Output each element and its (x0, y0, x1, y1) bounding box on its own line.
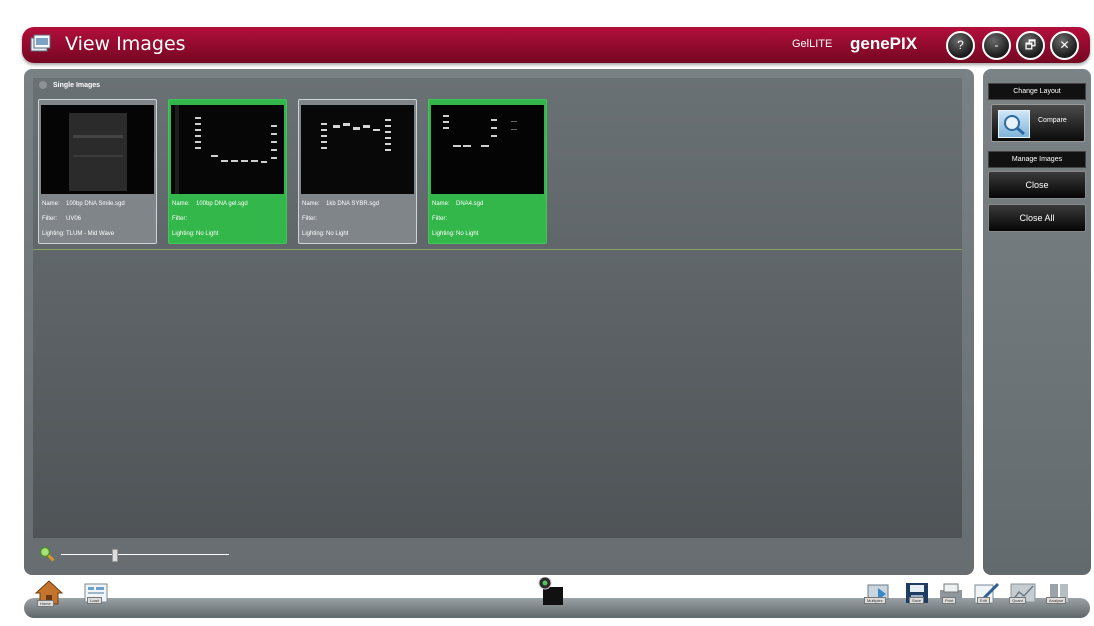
save-label: Save (909, 597, 925, 604)
brand-name: genePIX (850, 34, 918, 53)
magnifier-icon (998, 110, 1030, 138)
minimize-button[interactable]: - (982, 31, 1011, 60)
title-bar: View Images GelLITE genePIX ? - 🗗 ✕ (22, 27, 1090, 63)
edit-label: Edit (977, 597, 990, 604)
card-name: 1kb DNA SYBR.sgd (326, 201, 380, 207)
card-name: 100bp DNA gel.sgd (196, 201, 248, 207)
close-window-button[interactable]: ✕ (1050, 31, 1079, 60)
compare-label: Compare (1038, 117, 1067, 124)
load-label: Load (87, 597, 102, 604)
zoom-track[interactable] (61, 554, 229, 555)
bottom-toolbar: Home Load Multiplex Save Print Edit Quan… (24, 577, 1090, 618)
window-title: View Images (65, 33, 186, 55)
multiplex-label: Multiplex (864, 597, 886, 604)
gel-thumbnail (171, 105, 284, 194)
zoom-thumb[interactable] (111, 549, 118, 562)
card-filter: UV06 (66, 216, 82, 222)
load-button[interactable]: Load (81, 582, 111, 611)
gel-thumbnail (301, 105, 414, 194)
right-panel: Change Layout Compare Manage Images Clos… (983, 69, 1091, 575)
change-layout-label: Change Layout (988, 83, 1086, 100)
home-button[interactable]: Home (34, 579, 64, 610)
card-lighting: TLUM - Mid Wave (66, 231, 115, 237)
multiplex-button[interactable]: Multiplex (864, 582, 894, 609)
gel-thumbnail (41, 105, 154, 194)
image-card[interactable]: Name: 100bp DNA gel.sgd Filter: Lighting:… (168, 99, 287, 244)
image-card[interactable]: Name: DNA4.sgd Filter: Lighting:No Light (428, 99, 547, 244)
card-name: 100bp DNA Smile.sgd (66, 201, 125, 207)
save-button[interactable]: Save (904, 582, 930, 609)
group-label: Single Images (53, 81, 101, 89)
view-images-icon (30, 34, 51, 52)
zoom-icon (39, 546, 55, 562)
print-label: Print (942, 597, 957, 604)
image-card[interactable]: Name: 100bp DNA Smile.sgd Filter: UV06 Lig… (38, 99, 157, 244)
quant-button[interactable]: Quant (1009, 582, 1037, 609)
manage-images-label: Manage Images (988, 151, 1086, 168)
card-lighting: No Light (456, 231, 479, 237)
gel-thumbnail (431, 105, 544, 194)
edit-button[interactable]: Edit (972, 582, 1000, 609)
image-gallery: Single Images Name: 100bp DNA Smile.sgd F… (33, 78, 962, 538)
analyse-button[interactable]: Analyse (1046, 582, 1072, 609)
card-name: DNA4.sgd (456, 201, 484, 207)
group-divider (33, 249, 962, 250)
image-card[interactable]: Name: 1kb DNA SYBR.sgd Filter: Lighting:N… (298, 99, 417, 244)
main-panel: Single Images Name: 100bp DNA Smile.sgd F… (24, 69, 974, 575)
home-label: Home (37, 600, 54, 607)
quant-label: Quant (1009, 597, 1026, 604)
product-name: GelLITE (792, 38, 833, 50)
print-button[interactable]: Print (937, 582, 965, 609)
close-button[interactable]: Close (988, 171, 1086, 199)
group-radio[interactable] (39, 81, 47, 89)
help-button[interactable]: ? (946, 31, 975, 60)
card-lighting: No Light (196, 231, 219, 237)
camera-device-icon[interactable] (533, 577, 571, 605)
compare-button[interactable]: Compare (991, 104, 1085, 142)
group-header[interactable]: Single Images (39, 81, 100, 89)
analyse-label: Analyse (1046, 597, 1067, 604)
card-lighting: No Light (326, 231, 349, 237)
restore-button[interactable]: 🗗 (1016, 31, 1045, 60)
close-all-button[interactable]: Close All (988, 204, 1086, 232)
